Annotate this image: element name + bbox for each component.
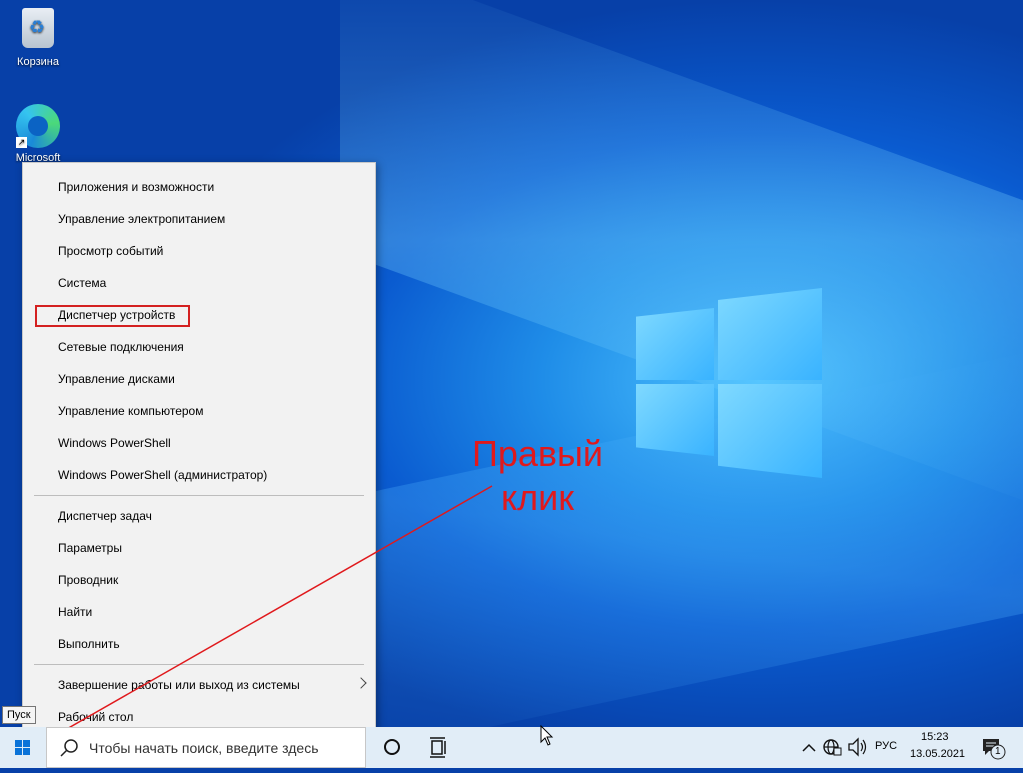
search-icon bbox=[60, 739, 78, 757]
language-indicator[interactable]: РУС bbox=[875, 740, 897, 752]
volume-button[interactable] bbox=[845, 727, 869, 768]
show-hidden-icons-button[interactable] bbox=[798, 727, 820, 768]
notification-count: 1 bbox=[995, 746, 1001, 757]
network-button[interactable] bbox=[820, 727, 844, 768]
network-icon bbox=[823, 739, 842, 756]
task-view-button[interactable] bbox=[418, 727, 458, 768]
chevron-up-icon bbox=[802, 743, 816, 752]
start-tooltip: Пуск bbox=[2, 706, 36, 724]
clock-date[interactable]: 13.05.2021 bbox=[910, 748, 965, 760]
search-placeholder: Чтобы начать поиск, введите здесь bbox=[89, 740, 319, 756]
search-box[interactable]: Чтобы начать поиск, введите здесь bbox=[46, 727, 366, 768]
cortana-icon bbox=[384, 739, 400, 755]
taskbar: Чтобы начать поиск, введите здесь РУС 15… bbox=[0, 725, 1023, 768]
clock-time[interactable]: 15:23 bbox=[921, 731, 949, 743]
action-center-button[interactable]: 1 bbox=[976, 727, 1008, 768]
start-button[interactable] bbox=[0, 727, 46, 768]
task-view-icon bbox=[430, 737, 446, 758]
annotation-arrow bbox=[27, 485, 493, 752]
notification-icon bbox=[983, 739, 1006, 760]
volume-icon bbox=[848, 737, 867, 757]
mouse-cursor-icon bbox=[540, 725, 554, 746]
cortana-button[interactable] bbox=[372, 727, 412, 768]
